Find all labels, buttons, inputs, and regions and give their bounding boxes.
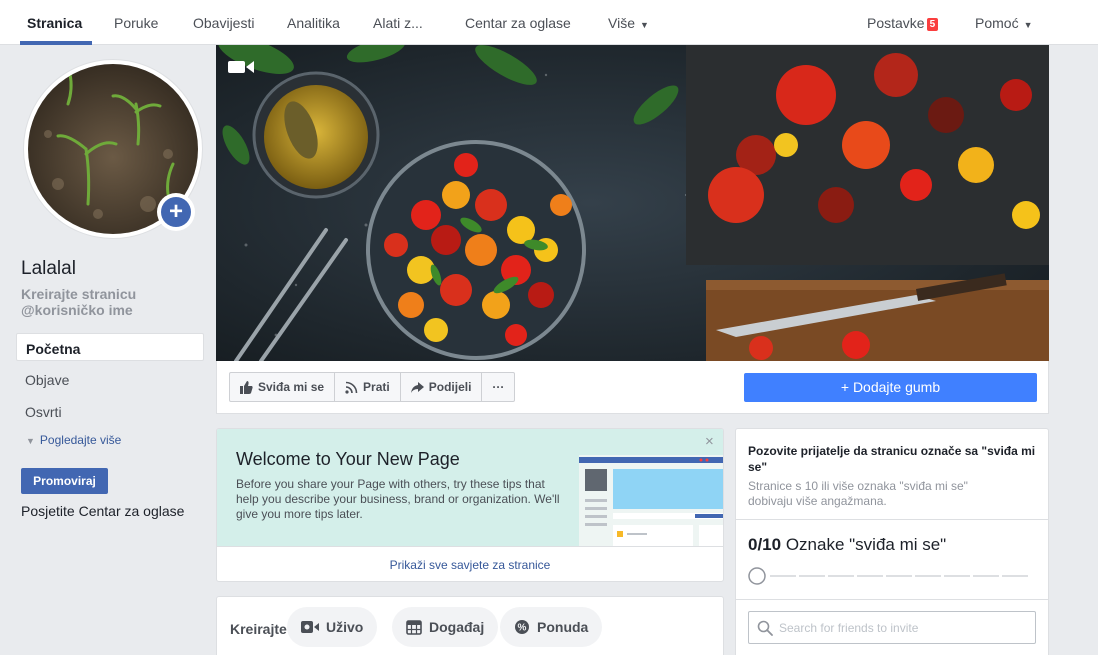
tab-insights[interactable]: Analitika [287,15,340,31]
invite-subtitle: Stranice s 10 ili više oznaka "sviđa mi … [748,479,968,508]
divider [736,519,1048,520]
live-video-icon [301,621,319,633]
progress-segment [1002,575,1028,577]
search-icon [757,620,773,636]
see-more-label: Pogledajte više [39,433,122,447]
svg-text:%: % [518,623,527,634]
welcome-banner: Welcome to Your New Page Before you shar… [217,429,723,546]
settings-label: Postavke [867,15,925,31]
share-label: Podijeli [428,380,472,394]
likes-progress-text: 0/10 Oznake "sviđa mi se" [748,535,946,555]
progress-segment [886,575,912,577]
friend-search-input[interactable] [779,618,1029,638]
cover-image [216,45,1049,361]
notification-badge: 5 [926,18,939,31]
progress-segment [828,575,854,577]
tab-ads-center[interactable]: Centar za oglase [465,15,571,31]
triangle-down-icon: ▼ [26,436,35,446]
welcome-text: Before you share your Page with others, … [236,477,560,521]
progress-segment [799,575,825,577]
divider [736,599,1048,600]
action-button-group: Sviđa mi se Prati Podijeli ··· [229,372,516,402]
tab-messages[interactable]: Poruke [114,15,158,31]
page-action-bar: Sviđa mi se Prati Podijeli ··· + Dodajte… [216,361,1049,414]
tab-page[interactable]: Stranica [27,15,82,31]
see-more-link[interactable]: ▼ Pogledajte više [26,433,121,447]
page-name: Lalalal [21,258,76,279]
progress-segment [973,575,999,577]
tab-help[interactable]: Pomoć ▼ [975,15,1033,31]
sidebar-item-home[interactable]: Početna [16,333,204,361]
sidebar-item-reviews[interactable]: Osvrti [16,397,204,425]
event-label: Događaj [429,619,485,635]
friend-search-field[interactable] [748,611,1036,644]
share-button[interactable]: Podijeli [401,373,483,401]
follow-label: Prati [363,380,390,394]
progress-segment [915,575,941,577]
like-label: Sviđa mi se [258,380,325,394]
page-preview-illustration [579,455,723,549]
create-label: Kreirajte [230,621,287,637]
tab-tools[interactable]: Alati z... [373,15,423,31]
more-options-button[interactable]: ··· [482,373,514,401]
tab-notifications[interactable]: Obavijesti [193,15,254,31]
tab-more-label: Više [608,15,635,31]
progress-knob [748,567,766,585]
caret-down-icon: ▼ [639,20,649,30]
ads-center-link[interactable]: Posjetite Centar za oglase [21,503,184,519]
tab-more[interactable]: Više ▼ [608,15,649,31]
calendar-icon [406,620,422,635]
progress-segment [944,575,970,577]
offer-label: Ponuda [537,619,589,635]
username-label: @korisničko ime [21,302,133,318]
close-icon[interactable]: × [705,433,714,450]
likes-progress-bar [748,567,1038,585]
create-page-label: Kreirajte stranicu [21,286,137,302]
show-all-tips-link[interactable]: Prikaži sve savjete za stranice [217,546,723,581]
live-video-button[interactable]: Uživo [287,607,378,647]
tab-settings[interactable]: Postavke 5 [867,15,939,31]
likes-count-label: Oznake "sviđa mi se" [781,535,947,554]
cover-photo[interactable] [216,45,1049,361]
follow-button[interactable]: Prati [335,373,401,401]
add-button[interactable]: + Dodajte gumb [744,373,1037,402]
welcome-card: Welcome to Your New Page Before you shar… [216,428,724,582]
offer-button[interactable]: % Ponuda [500,607,603,647]
share-arrow-icon [410,381,424,393]
create-post-card: Kreirajte Uživo Događaj % Ponuda [216,596,724,655]
rss-icon [345,381,358,394]
sidebar-item-posts[interactable]: Objave [16,365,204,393]
active-tab-indicator [20,41,92,45]
invite-title: Pozovite prijatelje da stranicu označe s… [748,444,1036,474]
offer-tag-icon: % [515,620,529,634]
likes-count: 0/10 [748,535,782,554]
add-photo-button[interactable]: + [157,193,195,231]
caret-down-icon: ▼ [1023,20,1033,30]
top-nav: Stranica Poruke Obavijesti Analitika Ala… [0,0,1098,45]
progress-segment [770,575,796,577]
video-camera-icon[interactable] [228,59,254,78]
progress-segment [857,575,883,577]
help-label: Pomoć [975,15,1019,31]
plus-icon: + [161,197,191,227]
event-button[interactable]: Događaj [392,607,499,647]
promote-button[interactable]: Promoviraj [21,468,108,494]
page-username-prompt[interactable]: Kreirajte stranicu @korisničko ime [21,286,136,318]
invite-friends-card: Pozovite prijatelje da stranicu označe s… [735,428,1049,655]
welcome-title: Welcome to Your New Page [236,449,460,469]
like-button[interactable]: Sviđa mi se [230,373,336,401]
thumbs-up-icon [240,380,253,394]
live-label: Uživo [326,619,364,635]
